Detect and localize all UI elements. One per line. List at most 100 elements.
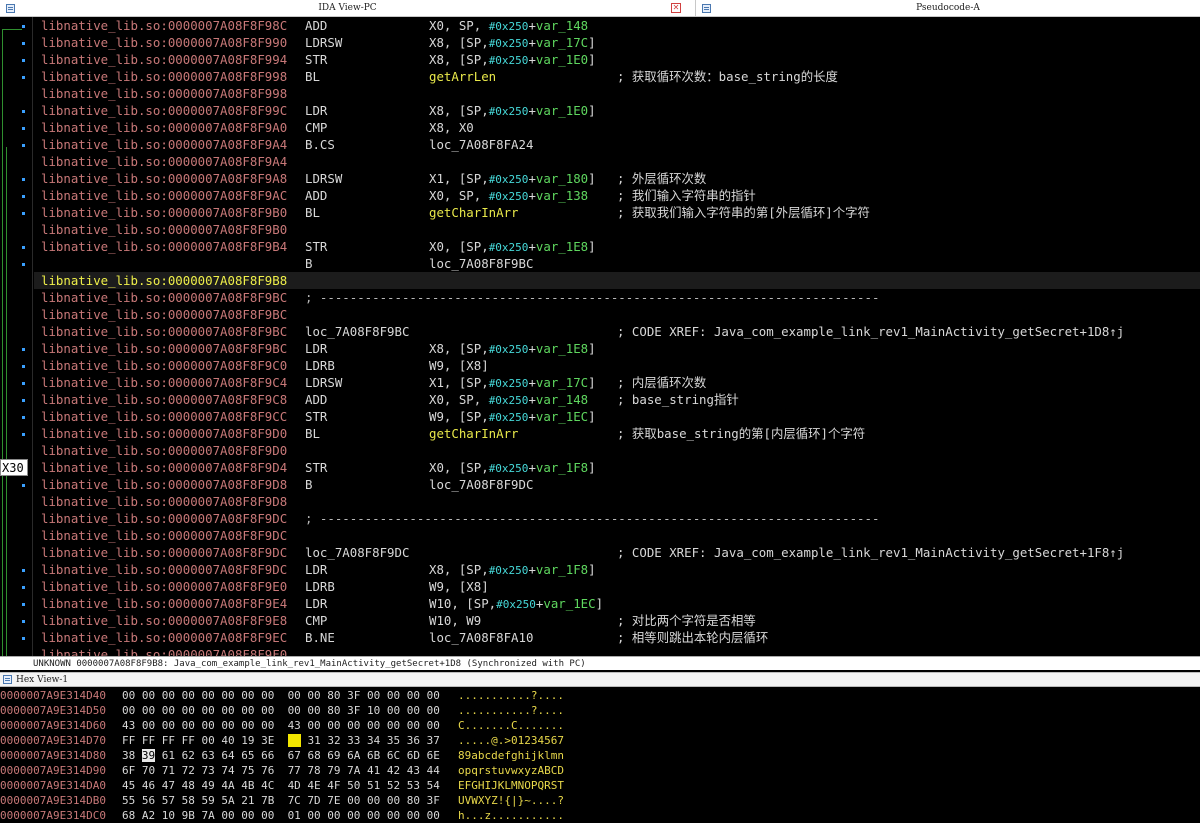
stack-variable[interactable]: var_17C <box>536 375 588 390</box>
listing-row[interactable]: libnative_lib.so:0000007A08F8F9F0 <box>34 646 1200 656</box>
listing-row[interactable]: libnative_lib.so:0000007A08F8F9E8 CMP W10,… <box>34 612 1200 629</box>
listing-row[interactable]: libnative_lib.so:0000007A08F8F9A4 B.CS loc… <box>34 136 1200 153</box>
listing-row[interactable]: libnative_lib.so:0000007A08F8F9D0 <box>34 442 1200 459</box>
hex-row[interactable]: 0000007A9E314DA0 45 46 47 48 49 4A 4B 4C … <box>0 778 1200 793</box>
listing-row[interactable]: libnative_lib.so:0000007A08F8F9C4 LDRSW X1… <box>34 374 1200 391</box>
breakpoint-dot[interactable] <box>22 348 25 351</box>
breakpoint-dot[interactable] <box>22 59 25 62</box>
listing-row[interactable]: libnative_lib.so:0000007A08F8F9D8 <box>34 493 1200 510</box>
breakpoint-dot[interactable] <box>22 569 25 572</box>
hex-bytes[interactable]: 00 00 00 00 00 00 00 00 00 00 80 3F 00 0… <box>122 688 440 703</box>
breakpoint-dot[interactable] <box>22 433 25 436</box>
hex-byte-cursor[interactable]: 39 <box>141 749 156 762</box>
tab-pseudocode[interactable]: Pseudocode-A <box>696 0 1200 17</box>
hex-row[interactable]: 0000007A9E314DC0 68 A2 10 9B 7A 00 00 00 … <box>0 808 1200 823</box>
listing-row[interactable]: libnative_lib.so:0000007A08F8F9C0 LDRB W9,… <box>34 357 1200 374</box>
listing-row[interactable]: libnative_lib.so:0000007A08F8F9B4 STR X0, … <box>34 238 1200 255</box>
hex-row[interactable]: 0000007A9E314D60 43 00 00 00 00 00 00 00 … <box>0 718 1200 733</box>
stack-variable[interactable]: var_17C <box>536 35 588 50</box>
breakpoint-dot[interactable] <box>22 127 25 130</box>
breakpoint-dot[interactable] <box>22 25 25 28</box>
breakpoint-dot[interactable] <box>22 637 25 640</box>
listing-row[interactable]: libnative_lib.so:0000007A08F8F9BC loc_7A0… <box>34 323 1200 340</box>
hex-view-tab[interactable]: Hex View-1 <box>0 672 1200 687</box>
listing-row[interactable]: libnative_lib.so:0000007A08F8F9D0 BL getCh… <box>34 425 1200 442</box>
listing-row[interactable]: libnative_lib.so:0000007A08F8F9EC B.NE loc… <box>34 629 1200 646</box>
tab-ida-view[interactable]: IDA View-PC ✕ <box>0 0 696 17</box>
listing-row[interactable]: libnative_lib.so:0000007A08F8F990 LDRSW X8… <box>34 34 1200 51</box>
hex-bytes[interactable]: 55 56 57 58 59 5A 21 7B 7C 7D 7E 00 00 0… <box>122 793 440 808</box>
listing-row[interactable]: libnative_lib.so:0000007A08F8F98C ADD X0, … <box>34 17 1200 34</box>
stack-variable[interactable]: var_180 <box>536 171 588 186</box>
breakpoint-dot[interactable] <box>22 586 25 589</box>
hex-view[interactable]: 0000007A9E314D40 00 00 00 00 00 00 00 00 … <box>0 688 1200 823</box>
hex-row[interactable]: 0000007A9E314DB0 55 56 57 58 59 5A 21 7B … <box>0 793 1200 808</box>
disassembly-listing[interactable]: libnative_lib.so:0000007A08F8F98C ADD X0, … <box>34 17 1200 656</box>
breakpoint-dot[interactable] <box>22 42 25 45</box>
breakpoint-dot[interactable] <box>22 620 25 623</box>
stack-variable[interactable]: var_148 <box>536 392 588 407</box>
breakpoint-dot[interactable] <box>22 263 25 266</box>
breakpoint-dot[interactable] <box>22 399 25 402</box>
register-pointer-label[interactable]: X30 <box>0 459 28 476</box>
stack-variable[interactable]: var_1EC <box>536 409 588 424</box>
listing-row[interactable]: libnative_lib.so:0000007A08F8F9A8 LDRSW X1… <box>34 170 1200 187</box>
listing-row[interactable]: libnative_lib.so:0000007A08F8F9DC LDR X8, … <box>34 561 1200 578</box>
function-name-text[interactable]: getCharInArr <box>429 426 519 441</box>
listing-row[interactable]: libnative_lib.so:0000007A08F8F994 STR X8, … <box>34 51 1200 68</box>
listing-row[interactable]: libnative_lib.so:0000007A08F8F9CC STR W9, … <box>34 408 1200 425</box>
stack-variable[interactable]: var_1F8 <box>536 460 588 475</box>
stack-variable[interactable]: var_1E8 <box>536 239 588 254</box>
stack-variable[interactable]: var_1E0 <box>536 103 588 118</box>
hex-bytes[interactable]: 68 A2 10 9B 7A 00 00 00 01 00 00 00 00 0… <box>122 808 440 823</box>
function-name[interactable]: getCharInArr <box>429 204 519 221</box>
hex-bytes[interactable]: 38 39 61 62 63 64 65 66 67 68 69 6A 6B 6… <box>122 748 440 763</box>
stack-variable[interactable]: var_1E0 <box>536 52 588 67</box>
breakpoint-dot[interactable] <box>22 212 25 215</box>
listing-row[interactable]: libnative_lib.so:0000007A08F8F9B0 BL getCh… <box>34 204 1200 221</box>
breakpoint-dot[interactable] <box>22 382 25 385</box>
listing-row[interactable]: libnative_lib.so:0000007A08F8F9B0 <box>34 221 1200 238</box>
function-name[interactable]: getCharInArr <box>429 425 519 442</box>
listing-row[interactable]: libnative_lib.so:0000007A08F8F9BC <box>34 306 1200 323</box>
breakpoint-dot[interactable] <box>22 484 25 487</box>
breakpoint-dot[interactable] <box>22 365 25 368</box>
breakpoint-dot[interactable] <box>22 246 25 249</box>
function-name-text[interactable]: getArrLen <box>429 69 496 84</box>
listing-row[interactable]: libnative_lib.so:0000007A08F8F9DC <box>34 527 1200 544</box>
listing-row[interactable]: libnative_lib.so:0000007A08F8F998 BL getAr… <box>34 68 1200 85</box>
listing-row[interactable]: libnative_lib.so:0000007A08F8F9D4 STR X0, … <box>34 459 1200 476</box>
listing-row[interactable]: libnative_lib.so:0000007A08F8F9BC ; -----… <box>34 289 1200 306</box>
listing-row[interactable]: libnative_lib.so:0000007A08F8F9AC ADD X0, … <box>34 187 1200 204</box>
listing-row[interactable]: libnative_lib.so:0000007A08F8F9E4 LDR W10,… <box>34 595 1200 612</box>
hex-bytes[interactable]: 45 46 47 48 49 4A 4B 4C 4D 4E 4F 50 51 5… <box>122 778 440 793</box>
hex-row[interactable]: 0000007A9E314D40 00 00 00 00 00 00 00 00 … <box>0 688 1200 703</box>
stack-variable[interactable]: var_138 <box>536 188 588 203</box>
listing-row[interactable]: Bloc_7A08F8F9BC <box>34 255 1200 272</box>
hex-bytes[interactable]: 43 00 00 00 00 00 00 00 43 00 00 00 00 0… <box>122 718 440 733</box>
function-name-text[interactable]: getCharInArr <box>429 205 519 220</box>
stack-variable[interactable]: var_1EC <box>543 596 595 611</box>
hex-bytes[interactable]: 6F 70 71 72 73 74 75 76 77 78 79 7A 41 4… <box>122 763 440 778</box>
breakpoint-dot[interactable] <box>22 603 25 606</box>
listing-row[interactable]: libnative_lib.so:0000007A08F8F9C8 ADD X0, … <box>34 391 1200 408</box>
breakpoint-dot[interactable] <box>22 144 25 147</box>
hex-byte-highlight[interactable]: 30 <box>287 734 301 747</box>
breakpoint-dot[interactable] <box>22 76 25 79</box>
close-icon[interactable]: ✕ <box>671 3 681 13</box>
hex-bytes[interactable]: FF FF FF FF 00 40 19 3E 30 31 32 33 34 3… <box>122 733 440 748</box>
listing-row[interactable]: libnative_lib.so:0000007A08F8F998 <box>34 85 1200 102</box>
listing-row-current[interactable]: libnative_lib.so:0000007A08F8F9B8 <box>34 272 1200 289</box>
stack-variable[interactable]: var_148 <box>536 18 588 33</box>
hex-row[interactable]: 0000007A9E314D70 FF FF FF FF 00 40 19 3E … <box>0 733 1200 748</box>
breakpoint-dot[interactable] <box>22 195 25 198</box>
listing-row[interactable]: libnative_lib.so:0000007A08F8F9E0 LDRB W9,… <box>34 578 1200 595</box>
listing-row[interactable]: libnative_lib.so:0000007A08F8F9DC loc_7A0… <box>34 544 1200 561</box>
hex-bytes[interactable]: 00 00 00 00 00 00 00 00 00 00 80 3F 10 0… <box>122 703 440 718</box>
stack-variable[interactable]: var_1E8 <box>536 341 588 356</box>
hex-row[interactable]: 0000007A9E314D90 6F 70 71 72 73 74 75 76 … <box>0 763 1200 778</box>
breakpoint-dot[interactable] <box>22 416 25 419</box>
listing-row[interactable]: libnative_lib.so:0000007A08F8F9A4 <box>34 153 1200 170</box>
stack-variable[interactable]: var_1F8 <box>536 562 588 577</box>
function-name[interactable]: getArrLen <box>429 68 496 85</box>
